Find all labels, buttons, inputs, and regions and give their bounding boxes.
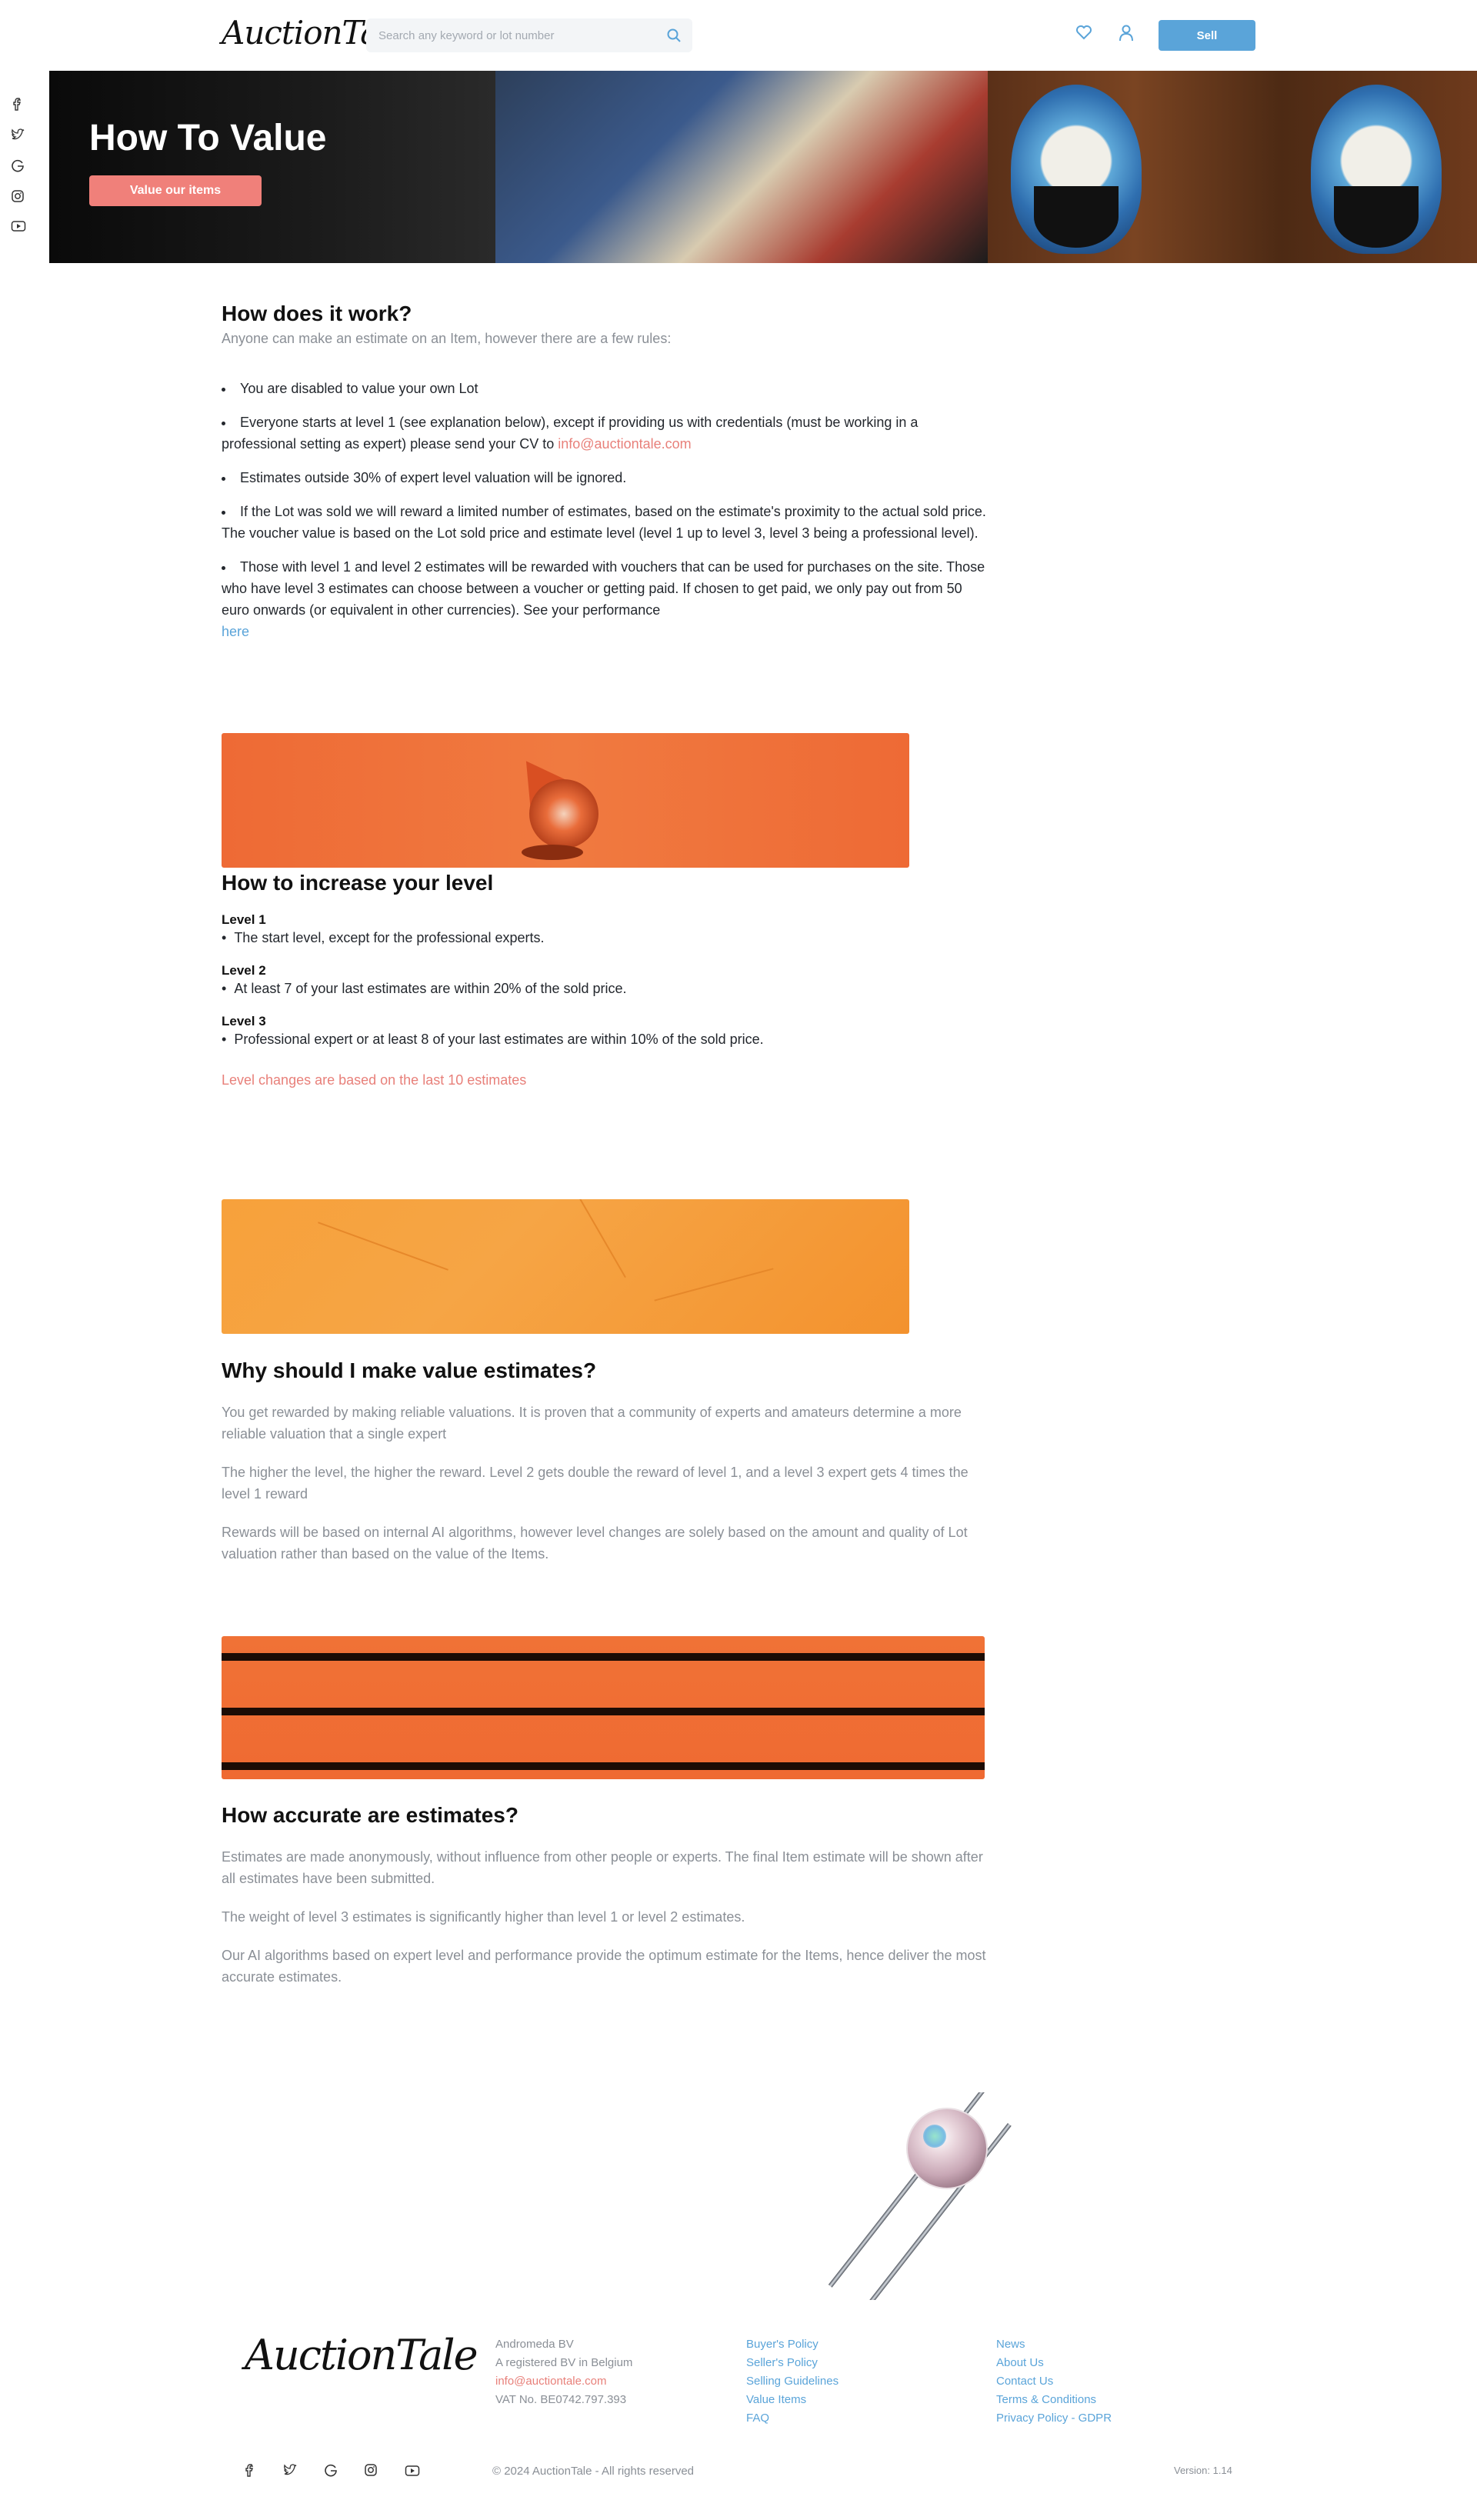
texture-crack	[318, 1222, 448, 1271]
level-name: Level 3	[222, 1014, 266, 1028]
megaphone-stand	[522, 845, 583, 860]
footer-link-privacy[interactable]: Privacy Policy - GDPR	[996, 2409, 1112, 2428]
sell-button[interactable]: Sell	[1159, 20, 1255, 51]
search-icon[interactable]	[666, 28, 682, 43]
section-title: How to increase your level	[222, 871, 494, 895]
footer-links-company: News About Us Contact Us Terms & Conditi…	[996, 2335, 1112, 2428]
texture-crack	[571, 1199, 626, 1278]
list-item: If the Lot was sold we will reward a lim…	[222, 501, 991, 544]
level-name: Level 1	[222, 912, 266, 927]
site-footer: AuctionTale Andromeda BV A registered BV…	[0, 2300, 1477, 2520]
rule-text: You are disabled to value your own Lot	[240, 381, 478, 396]
rule-text: Those with level 1 and level 2 estimates…	[222, 559, 985, 618]
google-icon[interactable]	[324, 2463, 361, 2477]
section-why-estimate: Why should I make value estimates? You g…	[222, 1358, 991, 1582]
paragraph: Rewards will be based on internal AI alg…	[222, 1525, 968, 1562]
level-desc: • Professional expert or at least 8 of y…	[222, 1032, 764, 1047]
footer-company-info: Andromeda BV A registered BV in Belgium …	[495, 2335, 632, 2409]
site-header: AuctionTale Sell	[0, 0, 1477, 71]
footer-link-about-us[interactable]: About Us	[996, 2354, 1112, 2372]
level-desc: • At least 7 of your last estimates are …	[222, 981, 627, 996]
footer-link-faq[interactable]: FAQ	[746, 2409, 839, 2428]
list-item: You are disabled to value your own Lot	[222, 378, 991, 399]
youtube-icon[interactable]	[11, 220, 29, 251]
paragraph: Estimates are made anonymously, without …	[222, 1849, 983, 1886]
footer-link-sellers-policy[interactable]: Seller's Policy	[746, 2354, 839, 2372]
footer-logo[interactable]: AuctionTale	[245, 2331, 478, 2379]
level-block: Level 3 • Professional expert or at leas…	[222, 1014, 991, 1049]
rule-text: Estimates outside 30% of expert level va…	[240, 470, 627, 485]
company-registration: A registered BV in Belgium	[495, 2356, 633, 2369]
rule-text: If the Lot was sold we will reward a lim…	[222, 504, 986, 541]
instagram-icon[interactable]	[364, 2463, 401, 2477]
paragraph-group: You get rewarded by making reliable valu…	[222, 1402, 991, 1565]
stripes-banner-image	[222, 1636, 985, 1779]
side-social-bar	[11, 97, 29, 251]
instagram-icon[interactable]	[11, 189, 29, 220]
banner-stripe	[222, 1708, 985, 1715]
section-how-it-works: How does it work? Anyone can make an est…	[222, 302, 991, 655]
search-bar	[366, 18, 692, 52]
section-title: Why should I make value estimates?	[222, 1358, 597, 1382]
hero-image-left	[49, 71, 495, 263]
youtube-icon[interactable]	[405, 2465, 442, 2477]
megaphone-banner-image	[222, 733, 909, 868]
footer-link-buyers-policy[interactable]: Buyer's Policy	[746, 2335, 839, 2354]
footer-link-terms[interactable]: Terms & Conditions	[996, 2391, 1112, 2409]
rules-list: You are disabled to value your own Lot E…	[222, 378, 991, 642]
level-name: Level 2	[222, 963, 266, 978]
orange-texture-banner-image	[222, 1199, 909, 1334]
texture-crack	[654, 1268, 774, 1302]
paragraph-group: Estimates are made anonymously, without …	[222, 1846, 991, 1988]
list-item: Estimates outside 30% of expert level va…	[222, 467, 991, 488]
level-desc: • The start level, except for the profes…	[222, 930, 545, 945]
level-block: Level 2 • At least 7 of your last estima…	[222, 963, 991, 998]
version-text: Version: 1.14	[1174, 2465, 1232, 2476]
google-icon[interactable]	[11, 158, 29, 189]
performance-link[interactable]: here	[222, 624, 249, 639]
hero-mask-beard	[1034, 186, 1119, 248]
level-note: Level changes are based on the last 10 e…	[222, 1072, 527, 1088]
footer-link-value-items[interactable]: Value Items	[746, 2391, 839, 2409]
footer-email-link[interactable]: info@auctiontale.com	[495, 2372, 632, 2391]
twitter-icon[interactable]	[11, 128, 29, 158]
banner-stripe	[222, 1653, 985, 1661]
value-items-button[interactable]: Value our items	[89, 175, 262, 206]
company-vat: VAT No. BE0742.797.393	[495, 2393, 627, 2406]
list-item: Everyone starts at level 1 (see explanat…	[222, 412, 991, 455]
copyright-text: © 2024 AuctionTale - All rights reserved	[492, 2465, 695, 2478]
hero-title: How To Value	[89, 118, 327, 158]
user-icon[interactable]	[1119, 25, 1134, 42]
footer-link-news[interactable]: News	[996, 2335, 1112, 2354]
facebook-icon[interactable]	[11, 97, 29, 128]
diamond-tweezer-image	[754, 2092, 1031, 2300]
footer-link-selling-guidelines[interactable]: Selling Guidelines	[746, 2372, 839, 2391]
list-item: Those with level 1 and level 2 estimates…	[222, 556, 991, 642]
section-increase-level: How to increase your level Level 1 • The…	[222, 871, 991, 1088]
footer-links-policy: Buyer's Policy Seller's Policy Selling G…	[746, 2335, 839, 2428]
section-title: How does it work?	[222, 302, 412, 325]
megaphone-bell	[529, 779, 598, 848]
paragraph: You get rewarded by making reliable valu…	[222, 1405, 962, 1442]
level-block: Level 1 • The start level, except for th…	[222, 912, 991, 948]
paragraph: The higher the level, the higher the rew…	[222, 1465, 969, 1502]
banner-stripe	[222, 1762, 985, 1770]
section-lead: Anyone can make an estimate on an Item, …	[222, 331, 672, 346]
twitter-icon[interactable]	[283, 2463, 320, 2477]
hero-banner: How To Value Value our items	[49, 71, 1477, 263]
company-name: Andromeda BV	[495, 2338, 574, 2351]
section-accuracy: How accurate are estimates? Estimates ar…	[222, 1803, 991, 2005]
section-title: How accurate are estimates?	[222, 1803, 518, 1827]
facebook-icon[interactable]	[243, 2463, 280, 2477]
email-link[interactable]: info@auctiontale.com	[558, 436, 691, 452]
search-input[interactable]	[366, 18, 643, 52]
diamond-gem	[906, 2108, 988, 2189]
paragraph: Our AI algorithms based on expert level …	[222, 1948, 986, 1985]
hero-mask-beard	[1334, 186, 1419, 248]
paragraph: The weight of level 3 estimates is signi…	[222, 1909, 745, 1925]
footer-social-bar	[243, 2463, 442, 2481]
hero-image-star-wars	[495, 71, 988, 263]
footer-link-contact-us[interactable]: Contact Us	[996, 2372, 1112, 2391]
heart-icon[interactable]	[1075, 25, 1092, 40]
